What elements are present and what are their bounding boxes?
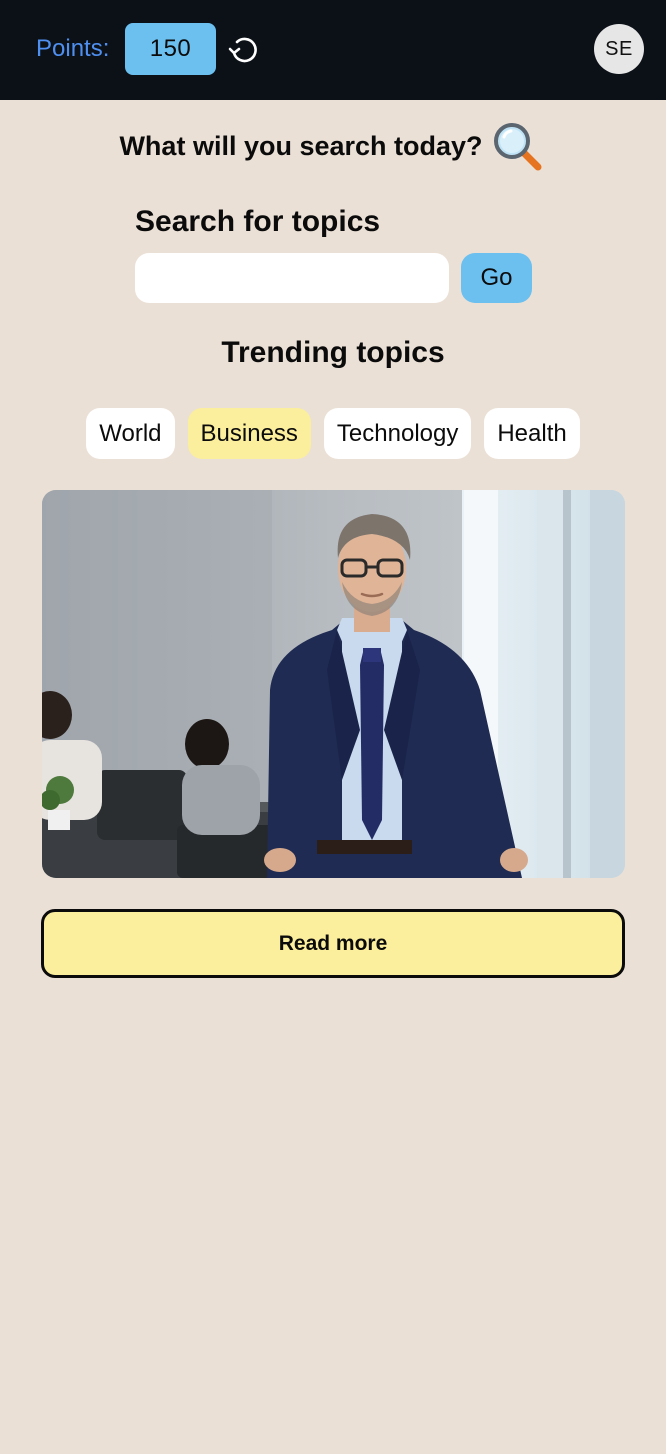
- headline-row: What will you search today?: [0, 118, 666, 178]
- user-avatar[interactable]: SE: [594, 24, 644, 74]
- topic-chip-technology[interactable]: Technology: [323, 408, 472, 459]
- search-input[interactable]: [135, 253, 449, 303]
- trending-title: Trending topics: [221, 336, 445, 369]
- article-image: [42, 490, 625, 878]
- topic-chips: World Business Technology Health: [0, 408, 666, 459]
- topic-chip-health[interactable]: Health: [484, 408, 580, 459]
- top-bar: Points: 150 SE: [0, 0, 666, 100]
- search-title: Search for topics: [135, 205, 381, 238]
- magnifying-glass-icon: [491, 120, 547, 176]
- topic-chip-business[interactable]: Business: [187, 408, 311, 459]
- go-button[interactable]: Go: [461, 253, 532, 303]
- points-value: 150: [125, 23, 216, 75]
- points-label: Points:: [36, 35, 110, 62]
- refresh-icon[interactable]: [226, 31, 262, 67]
- read-more-button[interactable]: Read more: [41, 909, 625, 978]
- topic-chip-world[interactable]: World: [86, 408, 175, 459]
- page-headline: What will you search today?: [119, 130, 483, 161]
